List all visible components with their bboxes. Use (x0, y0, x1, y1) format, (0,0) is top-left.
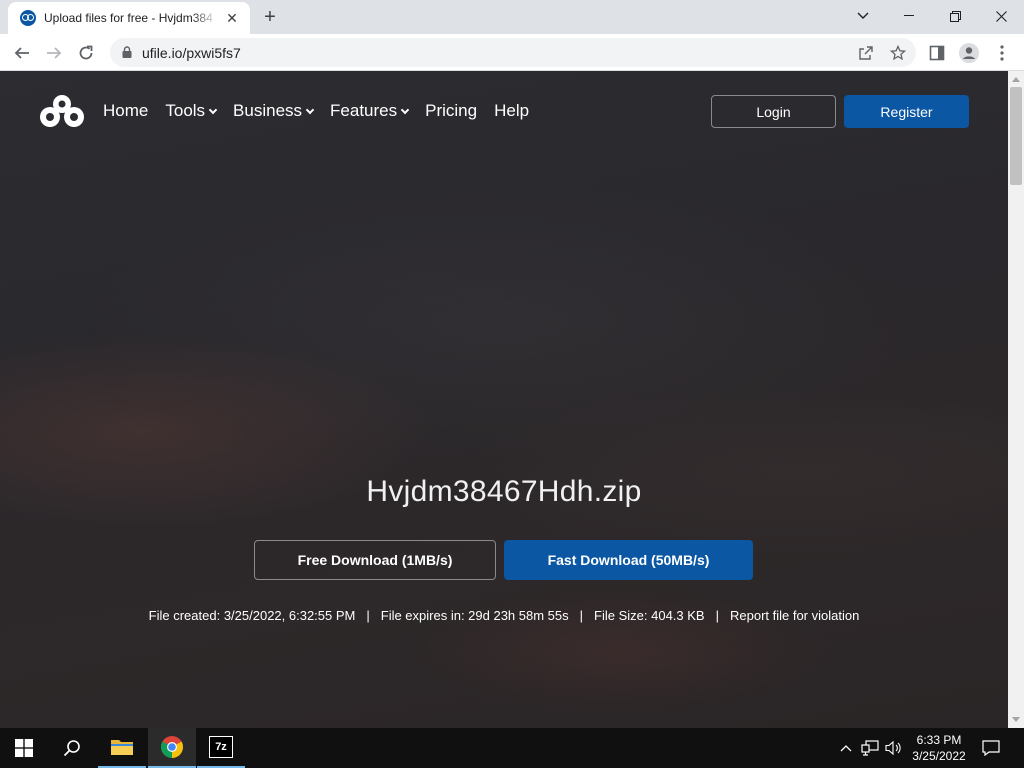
login-button[interactable]: Login (711, 95, 836, 128)
ufile-favicon-icon (20, 10, 36, 26)
scrollbar-thumb[interactable] (1010, 87, 1022, 185)
avatar-icon (959, 43, 979, 63)
report-violation-link[interactable]: Report file for violation (730, 608, 859, 623)
new-tab-button[interactable]: + (258, 6, 282, 30)
page-scrollbar[interactable] (1008, 71, 1024, 728)
arrow-right-icon (47, 47, 62, 59)
minimize-icon (904, 15, 914, 16)
url-text[interactable]: ufile.io/pxwi5fs7 (142, 45, 241, 61)
chevron-down-icon (857, 12, 869, 19)
tab-close-icon[interactable]: ✕ (224, 10, 240, 26)
nav-label: Home (103, 101, 149, 120)
nav-label: Business (233, 101, 303, 120)
nav-business[interactable]: Business (233, 101, 315, 121)
forward-button[interactable] (40, 39, 68, 67)
taskbar-clock[interactable]: 6:33 PM 3/25/2022 (904, 732, 974, 764)
lock-icon[interactable] (122, 46, 132, 58)
nav-label: Help (494, 101, 530, 120)
7zip-icon: 7z (209, 736, 233, 758)
nav-label: Features (330, 101, 398, 120)
page-content: Home Tools Business Features Pricing Hel… (0, 71, 1008, 728)
main-nav: Home Tools Business Features Pricing Hel… (103, 101, 546, 121)
restore-button[interactable] (932, 0, 978, 32)
minimize-button[interactable] (886, 0, 932, 32)
nav-features[interactable]: Features (330, 101, 410, 121)
start-button[interactable] (0, 728, 48, 768)
clock-time: 6:33 PM (916, 733, 962, 747)
file-expires: File expires in: 29d 23h 58m 55s (380, 608, 569, 623)
search-button[interactable] (48, 728, 96, 768)
share-icon (859, 46, 873, 60)
back-button[interactable] (8, 39, 36, 67)
folder-icon (111, 740, 133, 755)
kebab-menu-icon (1000, 45, 1004, 61)
nav-label: Pricing (425, 101, 478, 120)
search-icon (63, 740, 80, 757)
profile-button[interactable] (958, 42, 980, 64)
chrome-icon (161, 736, 183, 758)
windows-taskbar: 7z 6:33 PM 3/25/2022 (0, 728, 1024, 768)
nav-help[interactable]: Help (494, 101, 529, 121)
close-icon (995, 10, 1007, 22)
tab-title: Upload files for free - Hvjdm384 (44, 11, 213, 25)
file-name: Hvjdm38467Hdh.zip (366, 475, 642, 508)
side-panel-button[interactable] (926, 42, 948, 64)
address-bar[interactable]: ufile.io/pxwi5fs7 (110, 38, 916, 67)
free-download-button[interactable]: Free Download (1MB/s) (254, 540, 496, 580)
fast-download-button[interactable]: Fast Download (50MB/s) (504, 540, 753, 580)
notification-icon (982, 740, 1000, 756)
separator: | (366, 608, 370, 623)
network-icon (861, 740, 879, 756)
volume-tray-button[interactable] (884, 738, 904, 758)
nav-pricing[interactable]: Pricing (425, 101, 477, 121)
show-hidden-icons-button[interactable] (836, 738, 856, 758)
restore-icon (949, 10, 961, 22)
ufile-logo-icon[interactable] (38, 93, 86, 129)
arrow-left-icon (14, 47, 29, 59)
side-panel-icon (929, 45, 945, 61)
action-center-button[interactable] (981, 738, 1001, 758)
close-window-button[interactable] (978, 0, 1024, 32)
file-created: File created: 3/25/2022, 6:32:55 PM (148, 608, 356, 623)
7zip-taskbar-button[interactable]: 7z (197, 728, 245, 768)
nav-tools[interactable]: Tools (165, 101, 218, 121)
speaker-icon (885, 740, 901, 756)
clock-date: 3/25/2022 (912, 749, 966, 763)
star-icon (890, 45, 906, 61)
chevron-down-icon (400, 105, 410, 114)
browser-toolbar: ufile.io/pxwi5fs7 (0, 34, 1024, 71)
network-tray-button[interactable] (860, 738, 880, 758)
tab-search-button[interactable] (840, 0, 886, 32)
nav-home[interactable]: Home (103, 101, 148, 121)
chevron-down-icon (305, 105, 315, 114)
share-button[interactable] (856, 43, 876, 63)
reload-icon (79, 45, 93, 60)
register-button[interactable]: Register (844, 95, 969, 128)
file-size: File Size: 404.3 KB (594, 608, 705, 623)
nav-label: Tools (165, 101, 206, 120)
bookmark-button[interactable] (888, 43, 908, 63)
chevron-down-icon (208, 105, 218, 114)
menu-button[interactable] (991, 42, 1013, 64)
scroll-down-arrow-icon[interactable] (1012, 717, 1020, 722)
windows-logo-icon (15, 739, 33, 757)
scroll-up-arrow-icon[interactable] (1012, 77, 1020, 82)
reload-button[interactable] (72, 39, 100, 67)
file-info: File created: 3/25/2022, 6:32:55 PM | File… (0, 608, 1008, 623)
separator: | (579, 608, 584, 623)
chrome-taskbar-button[interactable] (148, 728, 196, 768)
tab-strip: Upload files for free - Hvjdm384 ✕ + (0, 0, 1024, 34)
browser-tab[interactable]: Upload files for free - Hvjdm384 ✕ (8, 2, 250, 34)
separator: | (715, 608, 719, 623)
chevron-up-icon (840, 745, 852, 752)
file-explorer-taskbar-button[interactable] (98, 728, 146, 768)
